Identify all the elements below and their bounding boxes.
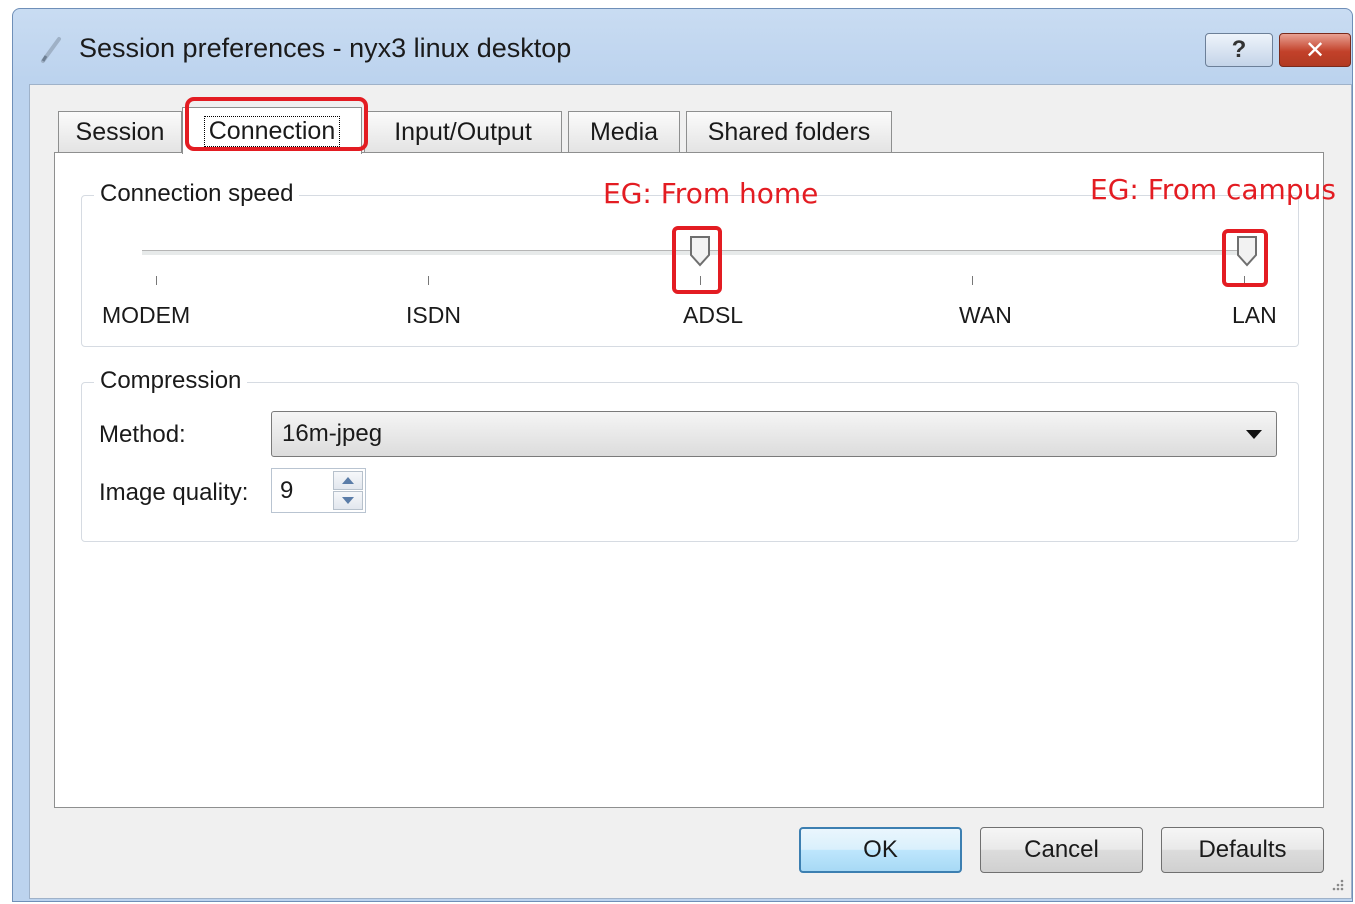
speed-label-modem: MODEM — [102, 302, 191, 328]
slider-tick — [972, 276, 973, 285]
help-button[interactable]: ? — [1205, 33, 1273, 67]
connection-panel: Connection speed MODEM ISDN ADSL WAN LAN — [54, 152, 1324, 808]
home-annotation-text: EG: From home — [603, 177, 819, 210]
ok-button[interactable]: OK — [799, 827, 962, 873]
defaults-button[interactable]: Defaults — [1161, 827, 1324, 873]
slider-tick — [156, 276, 157, 285]
spin-up-button[interactable] — [333, 471, 363, 490]
resize-grip-icon[interactable] — [1329, 876, 1345, 892]
close-button[interactable]: ✕ — [1279, 33, 1351, 67]
tab-session[interactable]: Session — [58, 111, 182, 153]
tab-media[interactable]: Media — [568, 111, 680, 153]
cancel-button[interactable]: Cancel — [980, 827, 1143, 873]
image-quality-spinbox[interactable]: 9 — [271, 468, 366, 513]
adsl-annotation-box — [672, 226, 722, 294]
tab-input-output[interactable]: Input/Output — [364, 111, 562, 153]
slider-tick — [428, 276, 429, 285]
window-title: Session preferences - nyx3 linux desktop — [79, 33, 572, 63]
speed-label-lan: LAN — [1232, 302, 1277, 328]
image-quality-value: 9 — [280, 477, 294, 504]
title-bar[interactable]: Session preferences - nyx3 linux desktop… — [13, 9, 1352, 83]
tab-shared-folders[interactable]: Shared folders — [686, 111, 892, 153]
campus-annotation-text: EG: From campus — [1090, 173, 1336, 206]
connection-tab-highlight — [185, 97, 368, 151]
lan-annotation-box — [1222, 229, 1268, 287]
dropdown-arrow-icon — [1246, 429, 1262, 439]
connection-speed-group: Connection speed MODEM ISDN ADSL WAN LAN — [81, 180, 1299, 347]
speed-label-isdn: ISDN — [406, 302, 461, 328]
speed-label-adsl: ADSL — [683, 302, 744, 328]
image-quality-label: Image quality: — [99, 479, 249, 506]
method-label: Method: — [99, 421, 186, 448]
method-value: 16m-jpeg — [282, 420, 383, 447]
connection-speed-title: Connection speed — [94, 180, 300, 208]
spin-down-button[interactable] — [333, 491, 363, 510]
arrow-up-icon — [342, 477, 354, 484]
compression-group: Compression — [81, 367, 1299, 542]
method-select[interactable]: 16m-jpeg — [271, 411, 1277, 457]
dialog-window: Session preferences - nyx3 linux desktop… — [12, 8, 1353, 902]
compression-title: Compression — [94, 367, 248, 395]
arrow-down-icon — [342, 497, 354, 504]
pencil-icon — [41, 37, 61, 63]
speed-label-wan: WAN — [959, 302, 1012, 328]
